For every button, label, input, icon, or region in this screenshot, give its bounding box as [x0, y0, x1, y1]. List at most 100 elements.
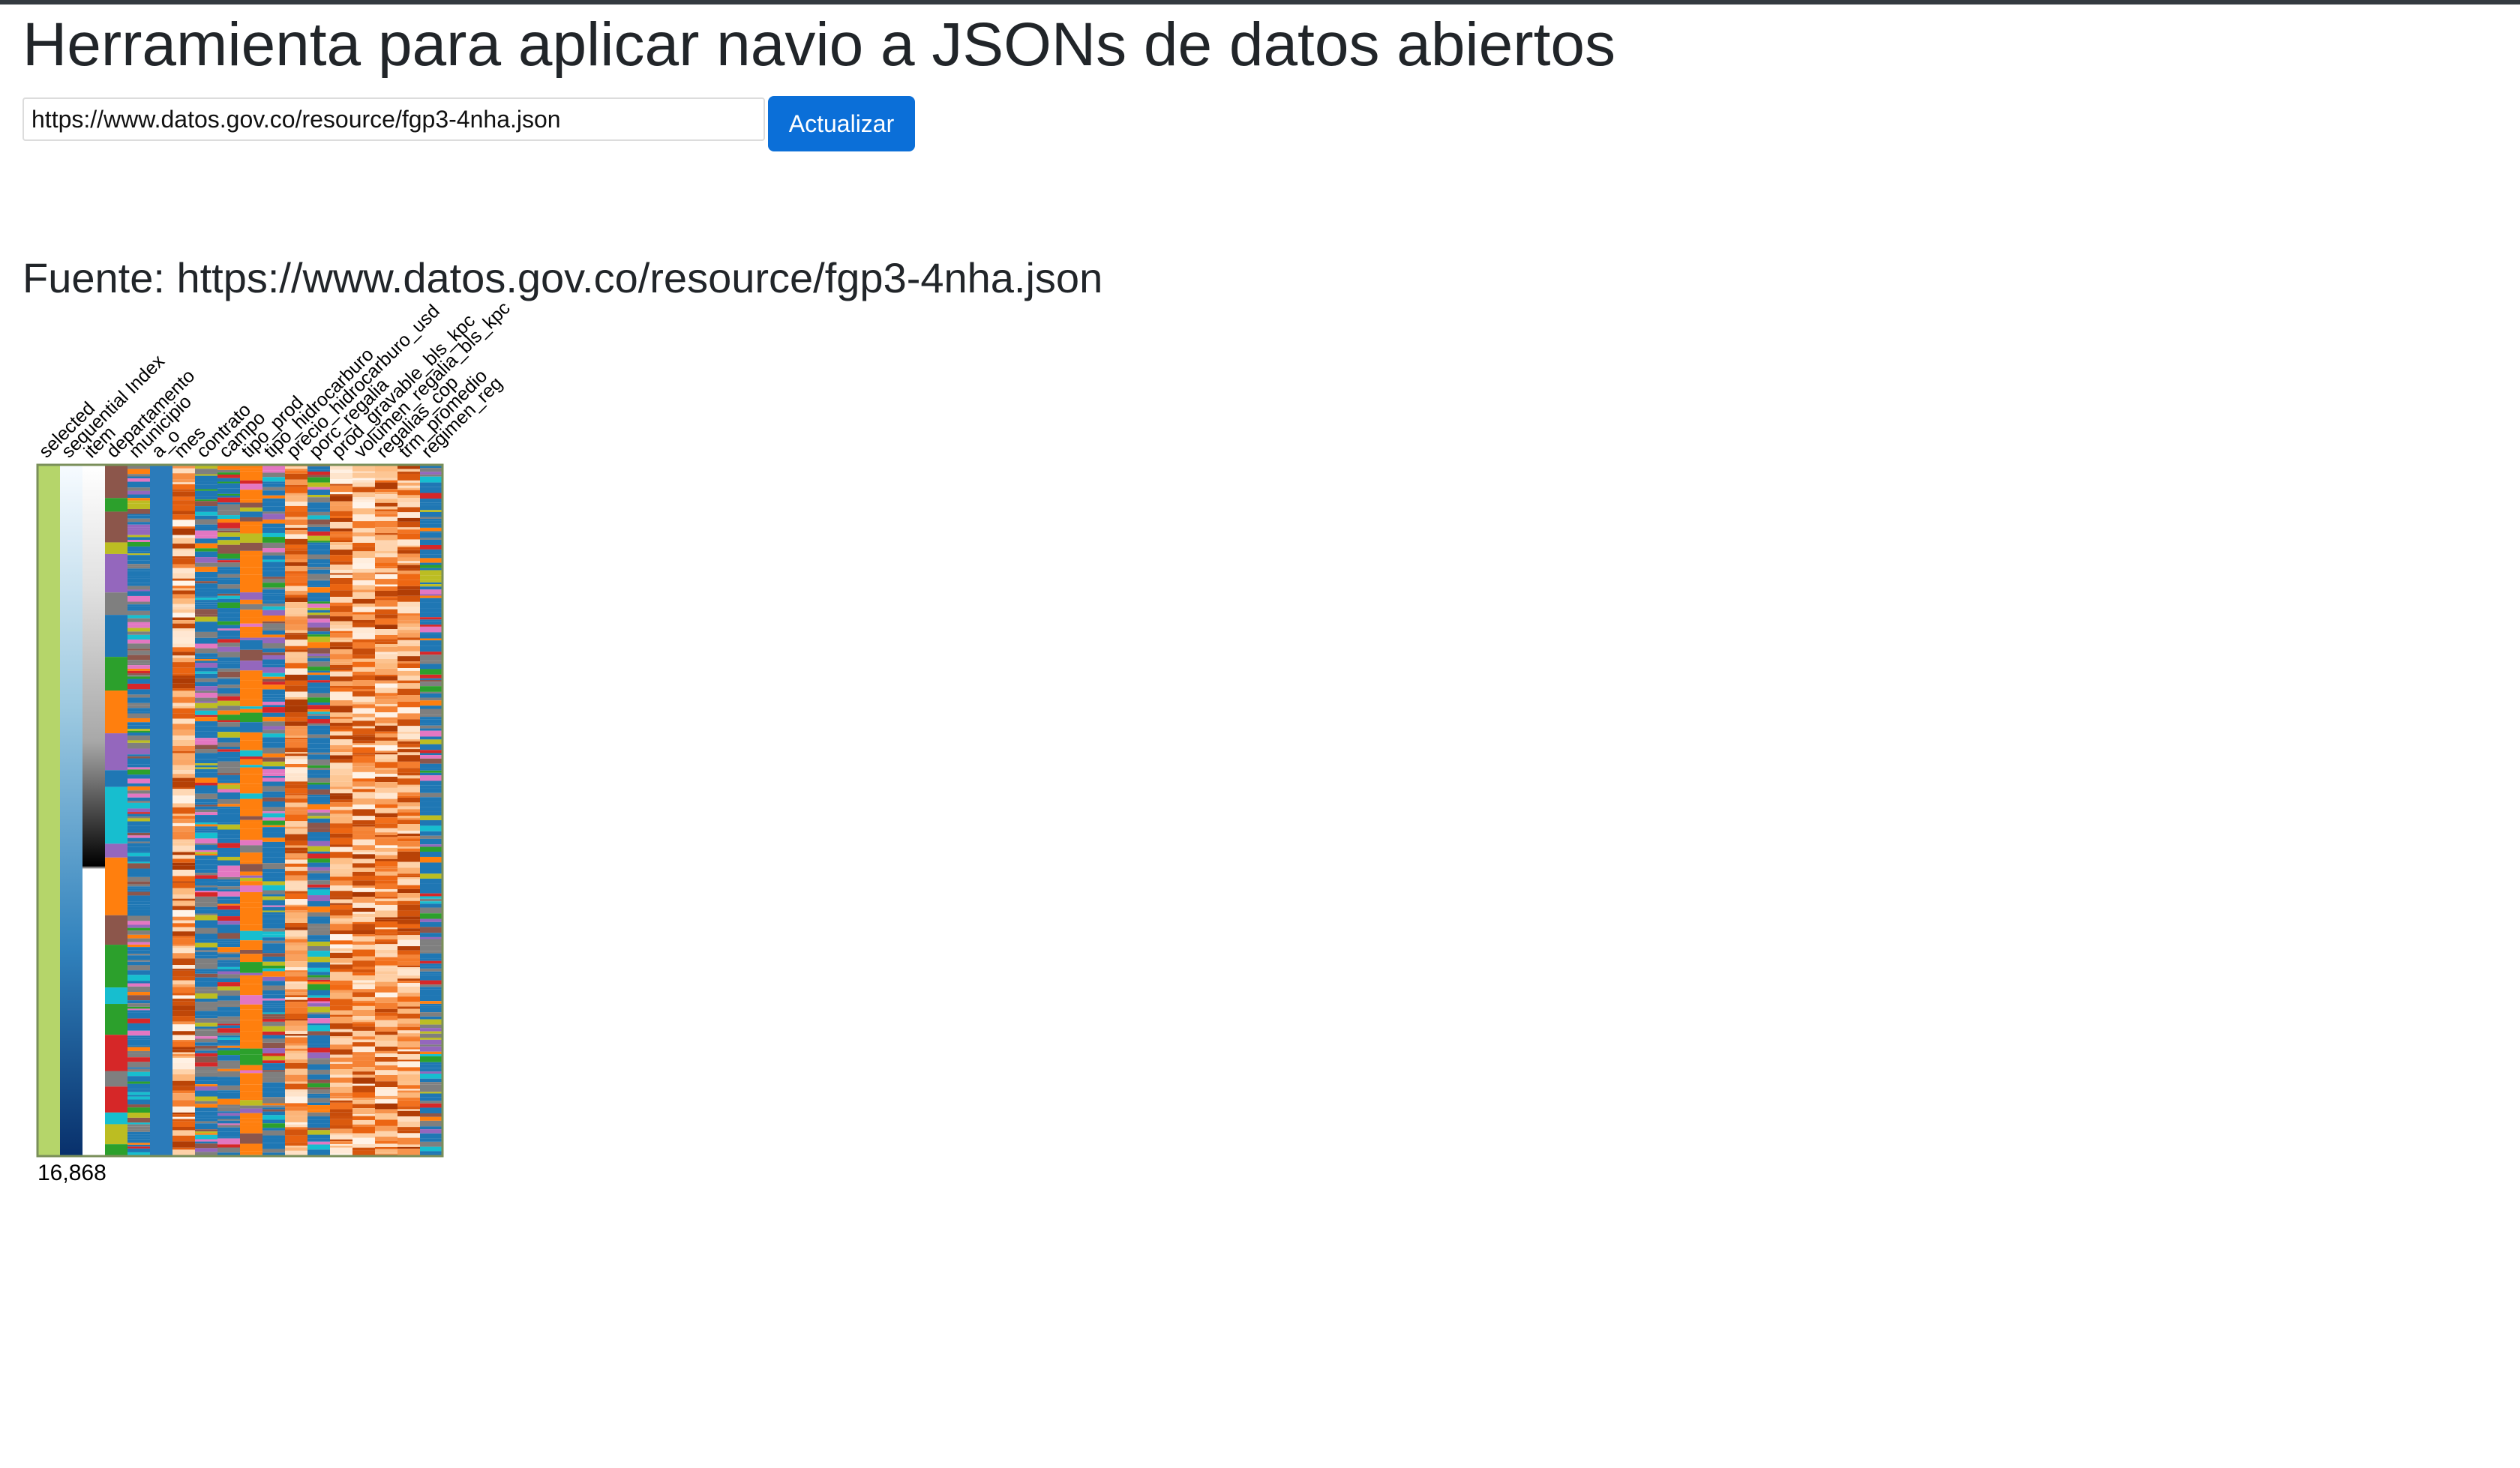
column-cell: [420, 1068, 442, 1072]
column-cell: [218, 939, 240, 942]
column-cell: [285, 995, 308, 998]
column-cell: [218, 941, 240, 944]
attribute-column[interactable]: [420, 465, 442, 1156]
attribute-column[interactable]: [218, 465, 240, 1156]
column-cell: [105, 945, 128, 988]
attribute-column[interactable]: [398, 465, 420, 1156]
column-cell: [285, 614, 308, 617]
column-cell: [172, 637, 195, 644]
column-cell: [420, 709, 442, 715]
column-cell: [218, 1037, 240, 1040]
column-cell: [262, 552, 285, 556]
column-cell: [195, 998, 218, 1002]
attribute-column[interactable]: [262, 465, 285, 1156]
column-cell: [398, 620, 420, 624]
column-cell: [218, 780, 240, 783]
column-cell: [285, 712, 308, 718]
column-cell: [218, 1123, 240, 1125]
column-cell: [195, 878, 218, 882]
column-cell: [128, 1037, 150, 1040]
column-cell: [375, 696, 398, 700]
attribute-column[interactable]: [285, 465, 308, 1156]
column-cell: [262, 953, 285, 957]
attribute-column[interactable]: [240, 465, 262, 1156]
column-cell: [128, 901, 150, 905]
column-cell: [308, 930, 330, 936]
column-cell: [240, 767, 262, 774]
column-cell: [105, 1124, 128, 1145]
column-cell: [420, 655, 442, 661]
attribute-column[interactable]: [128, 465, 150, 1156]
column-cell: [218, 1068, 240, 1071]
column-cell: [262, 1143, 285, 1149]
column-cell: [398, 1130, 420, 1134]
column-cell: [285, 530, 308, 535]
column-cell: [262, 877, 285, 882]
attribute-column[interactable]: [82, 465, 105, 1156]
column-cell: [375, 921, 398, 928]
column-cell: [195, 885, 218, 888]
column-cell: [195, 616, 218, 622]
attribute-column[interactable]: [60, 465, 82, 1156]
attribute-column[interactable]: [150, 465, 172, 1156]
column-cell: [285, 850, 308, 854]
attribute-column[interactable]: [38, 465, 60, 1156]
column-cell: [308, 734, 330, 738]
column-cell: [375, 904, 398, 911]
column-cell: [285, 798, 308, 803]
column-cell: [330, 852, 352, 858]
column-cell: [195, 1023, 218, 1027]
navio-columns[interactable]: [38, 465, 442, 1156]
column-cell: [195, 1015, 218, 1019]
column-cell: [128, 851, 150, 853]
column-cell: [128, 1023, 150, 1029]
column-cell: [195, 927, 218, 934]
column-cell: [262, 589, 285, 594]
column-cell: [240, 891, 262, 903]
column-cell: [262, 894, 285, 897]
attribute-column[interactable]: [195, 465, 218, 1156]
column-cell: [352, 980, 375, 983]
column-cell: [172, 900, 195, 903]
column-cell: [128, 1010, 150, 1013]
column-cell: [420, 780, 442, 786]
column-cell: [218, 1065, 240, 1069]
column-cell: [420, 520, 442, 524]
column-cell: [375, 557, 398, 563]
column-cell: [262, 737, 285, 743]
column-cell: [172, 813, 195, 816]
column-cell: [308, 587, 330, 593]
column-cell: [398, 732, 420, 734]
column-cell: [218, 706, 240, 711]
column-cell: [218, 856, 240, 861]
column-cell: [262, 1105, 285, 1108]
column-cell: [420, 1038, 442, 1040]
column-cell: [128, 797, 150, 801]
attribute-column[interactable]: [375, 465, 398, 1156]
column-cell: [308, 997, 330, 1002]
navio-visualization[interactable]: selectedsequential Indexitemdepartamento…: [0, 0, 2520, 1468]
column-cell: [172, 1031, 195, 1035]
column-cell: [262, 956, 285, 962]
column-cell: [172, 948, 195, 954]
column-cell: [105, 542, 128, 554]
column-cell: [218, 957, 240, 960]
column-cell: [308, 957, 330, 963]
column-cell: [262, 595, 285, 601]
column-cell: [420, 1003, 442, 1006]
column-cell: [240, 592, 262, 600]
column-cell: [172, 1106, 195, 1113]
column-cell: [375, 551, 398, 554]
column-cell: [375, 1041, 398, 1047]
column-cell: [262, 1014, 285, 1017]
column-cell: [308, 637, 330, 643]
column-cell: [420, 896, 442, 899]
attribute-column[interactable]: [352, 465, 375, 1156]
column-cell: [375, 832, 398, 836]
attribute-column[interactable]: [105, 465, 128, 1156]
column-cell: [195, 1050, 218, 1053]
attribute-column[interactable]: [330, 465, 352, 1156]
column-cell: [308, 818, 330, 823]
attribute-column[interactable]: [308, 465, 330, 1156]
attribute-column[interactable]: [172, 465, 195, 1156]
